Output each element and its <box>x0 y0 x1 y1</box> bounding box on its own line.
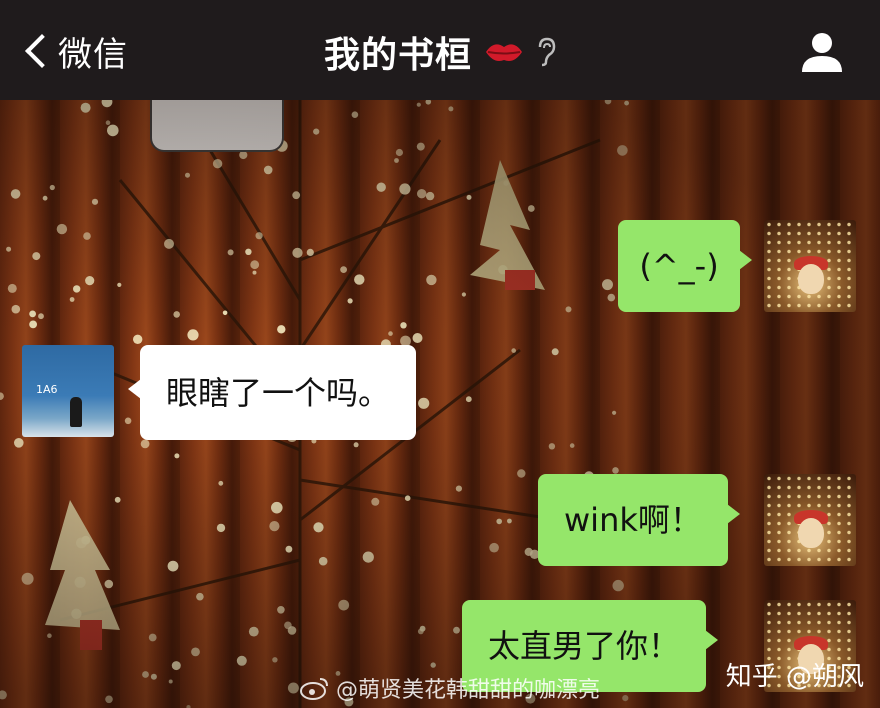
weibo-icon <box>300 678 328 700</box>
tree-lights-decoration <box>0 100 629 708</box>
message-bubble[interactable]: wink啊！ <box>538 474 740 566</box>
my-avatar[interactable] <box>764 220 856 312</box>
zhihu-watermark: 知乎 @朔风 <box>725 662 864 692</box>
weibo-watermark: @萌贤美花韩甜甜的咖漂亮 <box>300 672 600 704</box>
message-bubble[interactable]: 眼瞎了一个吗。 <box>127 345 417 440</box>
message-text: 眼瞎了一个吗。 <box>166 373 391 412</box>
message-text: (^_-) <box>639 247 719 285</box>
ear-icon <box>538 37 556 67</box>
message-text: 太直男了你！ <box>488 627 681 665</box>
chat-background <box>0 100 880 708</box>
message-bubble[interactable]: (^_-) <box>618 220 752 312</box>
contact-avatar[interactable]: 1A6 <box>22 345 114 437</box>
lips-icon <box>486 44 522 61</box>
paper-card-decoration <box>150 100 284 152</box>
chat-title-container: 我的书桓 <box>0 26 880 78</box>
chat-title: 我的书桓 <box>323 35 472 76</box>
person-icon[interactable] <box>800 30 844 72</box>
message-text: wink啊！ <box>564 501 702 539</box>
chat-title-row: 我的书桓 <box>324 26 556 78</box>
top-bar: 微信 我的书桓 <box>0 0 880 100</box>
my-avatar[interactable] <box>764 474 856 566</box>
weibo-watermark-text: @萌贤美花韩甜甜的咖漂亮 <box>336 678 601 703</box>
